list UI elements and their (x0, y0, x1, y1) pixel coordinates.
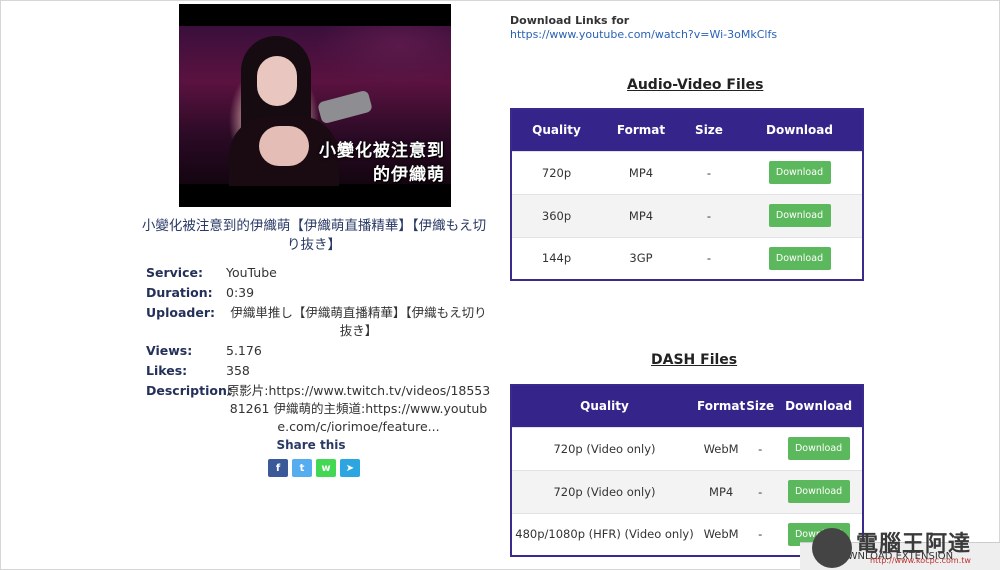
share-label: Share this (276, 438, 346, 452)
video-thumbnail[interactable]: 小變化被注意到 的伊織萌 (179, 4, 451, 207)
column-header: Quality (511, 385, 697, 427)
info-row-likes: Likes: 358 (146, 362, 491, 380)
info-key: Uploader: (146, 305, 215, 320)
column-header: Size (681, 109, 737, 151)
video-info: Service: YouTube Duration: 0:39 Uploader… (146, 264, 491, 438)
watermark-url: http://www.kocpc.com.tw (870, 556, 971, 565)
quality-cell: 720p (Video only) (511, 426, 697, 470)
column-header: Download (737, 109, 863, 151)
thumbnail-caption-line2: 的伊織萌 (373, 165, 445, 185)
telegram-icon: ➤ (345, 462, 355, 474)
dash-table: Quality Format Size Download 720p (Video… (510, 384, 864, 557)
table-header: Quality Format Size Download (511, 385, 863, 427)
facebook-share-button[interactable]: f (268, 459, 288, 477)
format-cell: MP4 (697, 469, 746, 513)
info-value: 原影片:https://www.twitch.tv/videos/1855381… (226, 383, 491, 434)
info-value: 358 (226, 363, 250, 378)
dash-title: DASH Files (651, 352, 738, 368)
info-row-uploader: Uploader: 伊織単推し【伊織萌直播精華】【伊織もえ切り抜き】 (146, 304, 491, 340)
whatsapp-share-button[interactable]: w (316, 459, 336, 477)
twitter-icon: t (299, 462, 305, 474)
format-cell: MP4 (601, 193, 681, 237)
facebook-icon: f (275, 462, 281, 474)
thumbnail-detail (259, 126, 309, 166)
table-row: 720p (Video only) MP4 - Download (511, 469, 863, 513)
column-header: Format (601, 109, 681, 151)
info-key: Duration: (146, 285, 213, 300)
quality-cell: 360p (511, 193, 601, 237)
video-title: 小變化被注意到的伊織萌【伊織萌直播精華】【伊織もえ切り抜き】 (141, 218, 487, 253)
size-cell: - (745, 512, 776, 556)
video-url-link[interactable]: https://www.youtube.com/watch?v=Wi-3oMkC… (510, 28, 777, 41)
audio-video-title: Audio-Video Files (627, 77, 764, 93)
info-value: YouTube (226, 265, 277, 280)
download-cell: Download (737, 236, 863, 280)
telegram-share-button[interactable]: ➤ (340, 459, 360, 477)
info-row-description: Description: 原影片:https://www.twitch.tv/v… (146, 382, 491, 436)
format-cell: MP4 (601, 150, 681, 194)
size-cell: - (745, 426, 776, 470)
thumbnail-caption-line1: 小變化被注意到 (319, 141, 445, 161)
download-button[interactable]: Download (768, 204, 831, 227)
table-row: 720p MP4 - Download (511, 150, 863, 194)
thumbnail-face (257, 56, 297, 106)
audio-video-table: Quality Format Size Download 720p MP4 - … (510, 108, 864, 281)
share-buttons: f t w ➤ (268, 459, 360, 477)
download-cell: Download (737, 193, 863, 237)
download-cell: Download (737, 150, 863, 194)
size-cell: - (745, 469, 776, 513)
size-cell: - (681, 150, 737, 194)
format-cell: WebM (697, 426, 746, 470)
info-row-service: Service: YouTube (146, 264, 491, 282)
download-links-label: Download Links for (510, 14, 630, 27)
table-row: 360p MP4 - Download (511, 193, 863, 237)
quality-cell: 720p (511, 150, 601, 194)
download-button[interactable]: Download (768, 161, 831, 184)
download-button[interactable]: Download (768, 246, 831, 270)
table-header: Quality Format Size Download (511, 109, 863, 151)
info-row-duration: Duration: 0:39 (146, 284, 491, 302)
table-row: 144p 3GP - Download (511, 236, 863, 280)
column-header: Size (745, 385, 776, 427)
info-value: 伊織単推し【伊織萌直播精華】【伊織もえ切り抜き】 (230, 305, 487, 338)
info-key: Likes: (146, 363, 188, 378)
size-cell: - (681, 193, 737, 237)
size-cell: - (681, 236, 737, 280)
table-row: 720p (Video only) WebM - Download (511, 426, 863, 470)
microphone-icon (317, 89, 373, 125)
download-cell: Download (775, 426, 863, 470)
watermark-text: 電腦王阿達 (856, 532, 972, 557)
info-value: 5.176 (226, 343, 262, 358)
quality-cell: 144p (511, 236, 601, 280)
watermark: 電腦王阿達 http://www.kocpc.com.tw (812, 526, 998, 570)
column-header: Format (697, 385, 746, 427)
info-value: 0:39 (226, 285, 255, 300)
quality-cell: 480p/1080p (HFR) (Video only) (511, 512, 697, 556)
download-button[interactable]: Download (787, 480, 850, 503)
info-key: Service: (146, 265, 203, 280)
twitter-share-button[interactable]: t (292, 459, 312, 477)
quality-cell: 720p (Video only) (511, 469, 697, 513)
column-header: Quality (511, 109, 601, 151)
format-cell: 3GP (601, 236, 681, 280)
download-button[interactable]: Download (787, 437, 850, 460)
format-cell: WebM (697, 512, 746, 556)
info-key: Description: (146, 383, 232, 398)
watermark-logo-icon (812, 528, 852, 568)
download-cell: Download (775, 469, 863, 513)
info-key: Views: (146, 343, 193, 358)
column-header: Download (775, 385, 863, 427)
whatsapp-icon: w (321, 462, 331, 474)
info-row-views: Views: 5.176 (146, 342, 491, 360)
